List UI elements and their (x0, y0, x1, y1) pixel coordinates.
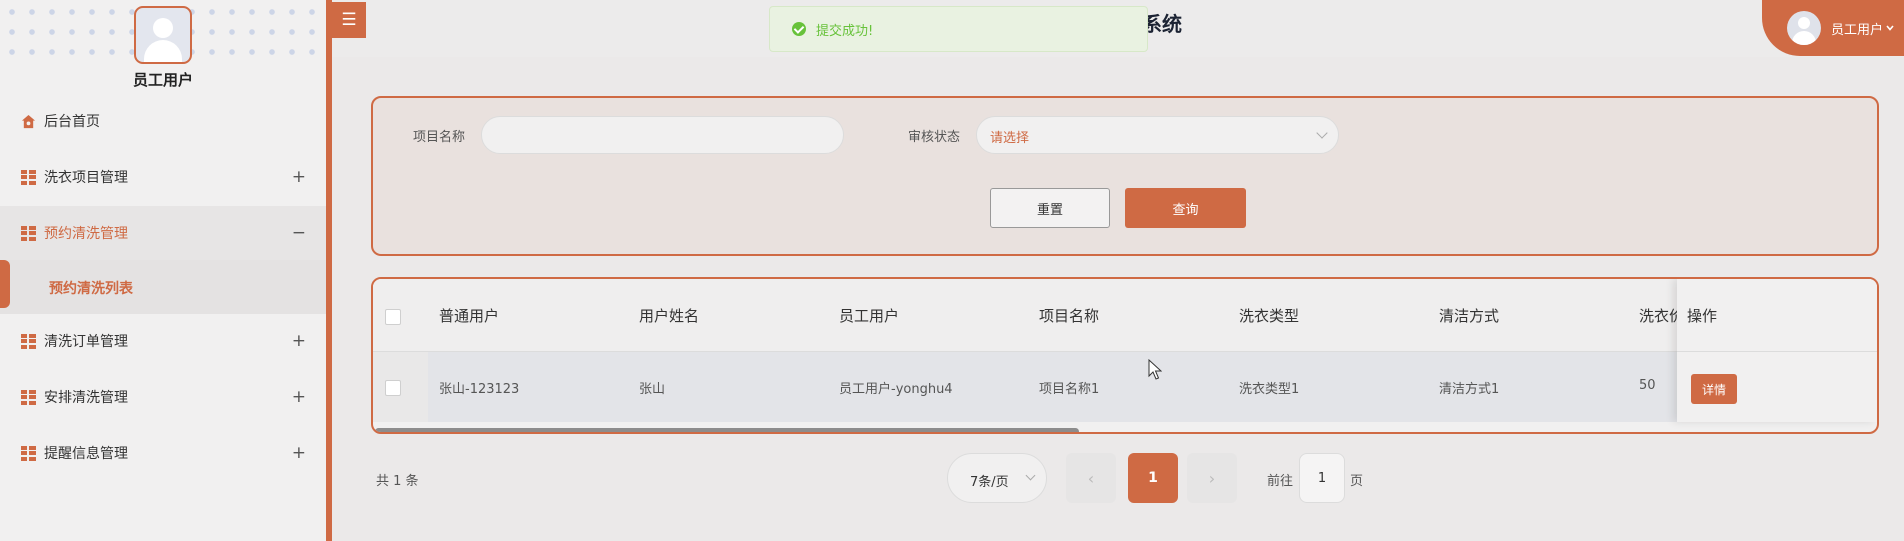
expand-icon[interactable]: + (292, 387, 306, 407)
column-header[interactable]: 普通用户 (439, 305, 499, 326)
sidebar-item-label: 洗衣项目管理 (44, 170, 128, 186)
expand-icon[interactable]: + (292, 331, 306, 351)
avatar-body-shape (144, 40, 182, 62)
home-icon (21, 114, 36, 128)
column-header[interactable]: 员工用户 (839, 305, 899, 326)
select-all-checkbox[interactable] (385, 309, 401, 325)
user-avatar (1787, 11, 1821, 45)
chevron-down-icon (1886, 25, 1894, 31)
table-cell: 清洁方式1 (1439, 382, 1500, 397)
page-size-select[interactable]: 7条/页 (947, 453, 1047, 503)
detail-button[interactable]: 详情 (1691, 374, 1737, 404)
expand-icon[interactable]: + (292, 167, 306, 187)
sidebar-item-label: 清洗订单管理 (44, 334, 128, 350)
grid-icon (21, 225, 36, 241)
table-cell: 张山 (639, 382, 666, 397)
grid-icon (21, 333, 36, 349)
success-toast: 提交成功! (769, 6, 1148, 52)
sidebar-item-label: 提醒信息管理 (44, 446, 128, 462)
sidebar-item-reminders[interactable]: 提醒信息管理 + (0, 426, 326, 480)
avatar-head-shape (153, 18, 173, 38)
goto-unit-label: 页 (1350, 474, 1364, 489)
avatar-head-shape (1798, 17, 1810, 29)
column-header[interactable]: 清洁方式 (1439, 305, 1499, 326)
sidebar-item-label: 后台首页 (44, 114, 100, 130)
collapse-icon[interactable]: − (292, 223, 306, 243)
sidebar-subitem-label[interactable]: 预约清洗列表 (49, 278, 133, 298)
scrollbar-thumb[interactable] (375, 428, 1079, 432)
actions-column: 操作 详情 (1677, 279, 1877, 422)
search-panel: 项目名称 审核状态 请选择 (371, 96, 1879, 256)
mouse-cursor-icon (1148, 359, 1162, 380)
sidebar-item-home[interactable]: 后台首页 (0, 94, 326, 148)
row-checkbox[interactable] (385, 380, 401, 396)
grid-icon (21, 389, 36, 405)
page-number-current[interactable]: 1 (1128, 453, 1178, 503)
table-cell: 张山-123123 (439, 382, 520, 397)
column-header[interactable]: 用户姓名 (639, 305, 699, 326)
page-size-value: 7条/页 (970, 475, 1009, 490)
review-status-placeholder: 请选择 (990, 131, 1030, 146)
chevron-down-icon (1316, 127, 1328, 139)
check-circle-icon (792, 22, 806, 36)
review-status-select[interactable]: 请选择 (976, 116, 1339, 154)
sidebar-item-label: 预约清洗管理 (44, 226, 128, 242)
user-menu[interactable]: 员工用户 (1762, 0, 1904, 56)
prev-page-button[interactable]: ‹ (1066, 453, 1116, 503)
chevron-down-icon (1025, 470, 1036, 481)
table-cell: 50 (1639, 378, 1656, 393)
data-table: 普通用户 用户姓名 员工用户 项目名称 洗衣类型 清洁方式 洗衣价 张山-123… (371, 277, 1879, 434)
review-status-label: 审核状态 (908, 130, 961, 145)
sidebar-border (326, 0, 332, 541)
toast-message: 提交成功! (816, 23, 874, 39)
page-title: 系统 (1142, 12, 1182, 36)
sidebar: 员工用户 后台首页 洗衣项目管理 + 预约清洗管理 − 预约清洗列表 清洗订单管… (0, 0, 326, 541)
column-header[interactable]: 项目名称 (1039, 305, 1099, 326)
sidebar-avatar[interactable] (134, 6, 192, 64)
avatar-body-shape (1792, 31, 1816, 45)
menu-toggle-button[interactable]: ☰ (332, 2, 366, 38)
table-cell: 员工用户-yonghu4 (839, 382, 953, 397)
active-indicator (0, 260, 10, 308)
grid-icon (21, 169, 36, 185)
actions-header: 操作 (1677, 279, 1877, 352)
goto-label: 前往 (1267, 474, 1294, 489)
sidebar-item-label: 安排清洗管理 (44, 390, 128, 406)
sidebar-item-cleaning-orders[interactable]: 清洗订单管理 + (0, 314, 326, 368)
goto-page-input[interactable]: 1 (1299, 453, 1345, 503)
grid-icon (21, 445, 36, 461)
table-cell: 项目名称1 (1039, 382, 1100, 397)
sidebar-item-schedule-cleaning[interactable]: 安排清洗管理 + (0, 370, 326, 424)
total-count: 共 1 条 (376, 474, 419, 489)
sidebar-username: 员工用户 (132, 71, 193, 89)
sidebar-item-laundry-projects[interactable]: 洗衣项目管理 + (0, 150, 326, 204)
user-name: 员工用户 (1831, 22, 1884, 38)
actions-header-label: 操作 (1687, 307, 1718, 325)
expand-icon[interactable]: + (292, 443, 306, 463)
query-button[interactable]: 查询 (1125, 188, 1246, 228)
reset-button[interactable]: 重置 (990, 188, 1110, 228)
project-name-label: 项目名称 (413, 130, 466, 145)
column-header[interactable]: 洗衣类型 (1239, 305, 1299, 326)
next-page-button[interactable]: › (1187, 453, 1237, 503)
table-cell: 洗衣类型1 (1239, 382, 1300, 397)
project-name-input[interactable] (481, 116, 844, 154)
sidebar-item-appointments[interactable]: 预约清洗管理 − (0, 206, 326, 260)
